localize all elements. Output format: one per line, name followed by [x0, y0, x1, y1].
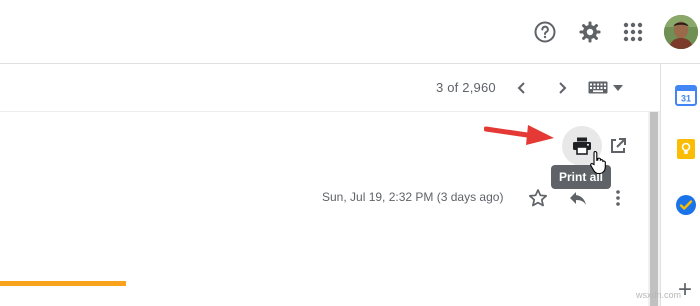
calendar-icon: 31 [675, 85, 697, 106]
hand-cursor-icon [590, 150, 606, 175]
tasks-check-icon [676, 195, 696, 215]
caret-down-icon [613, 85, 623, 91]
gmail-message-view: 3 of 2,960 31 + Print all Sun, Jul 19, 2… [0, 0, 700, 306]
message-toolbar: 3 of 2,960 [0, 64, 660, 112]
open-in-new-icon [611, 138, 626, 153]
google-apps-button[interactable] [613, 12, 653, 52]
tasks-app-button[interactable] [675, 194, 697, 216]
older-message-button[interactable] [546, 72, 578, 104]
calendar-app-button[interactable]: 31 [675, 84, 697, 106]
help-button[interactable] [525, 12, 565, 52]
content-accent-bar [0, 281, 126, 286]
calendar-day: 31 [681, 94, 691, 104]
top-app-bar [0, 0, 700, 64]
keyboard-icon [588, 81, 608, 94]
chevron-right-icon [559, 82, 567, 94]
annotation-arrow-icon [484, 125, 554, 145]
account-avatar[interactable] [664, 15, 698, 49]
side-panel: 31 + [660, 64, 700, 306]
avatar-photo-icon [664, 15, 698, 49]
star-outline-icon [528, 189, 548, 207]
scrollbar-thumb[interactable] [650, 112, 658, 306]
newer-message-button[interactable] [506, 72, 538, 104]
watermark: wsxdn.com [636, 290, 682, 300]
more-options-button[interactable] [606, 186, 630, 210]
chevron-left-icon [517, 82, 525, 94]
message-date: Sun, Jul 19, 2:32 PM (3 days ago) [322, 190, 504, 204]
input-tools-button[interactable] [588, 76, 628, 100]
settings-button[interactable] [570, 12, 610, 52]
reply-icon [570, 192, 586, 205]
star-button[interactable] [526, 186, 550, 210]
apps-grid-icon [623, 22, 643, 42]
message-counter: 3 of 2,960 [436, 80, 496, 95]
gear-icon [579, 21, 601, 43]
scrollbar[interactable] [648, 112, 660, 306]
help-icon [534, 21, 556, 43]
keep-bulb-icon [677, 139, 695, 159]
reply-button[interactable] [566, 186, 590, 210]
more-vert-icon [616, 190, 620, 206]
keep-app-button[interactable] [675, 138, 697, 160]
